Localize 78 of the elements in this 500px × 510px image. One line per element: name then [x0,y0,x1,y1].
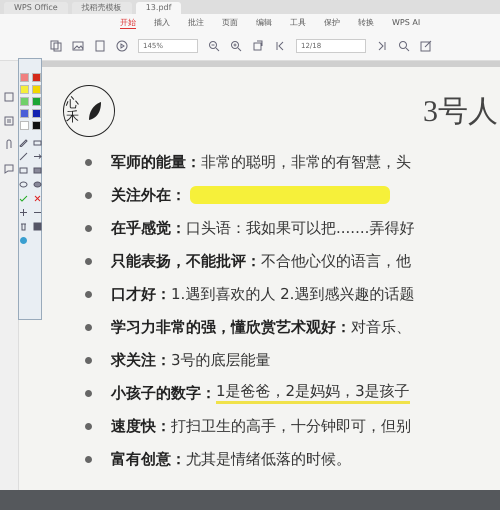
item-text: 对音乐、 [351,318,411,336]
zoom-in-icon[interactable] [230,40,242,52]
document-tab[interactable]: 找稻壳模板 [72,2,132,14]
bullet-icon [85,258,92,264]
document-tab[interactable]: WPS Office [4,2,68,14]
page-title: 3号人 [423,94,498,130]
document-tab[interactable]: 13.pdf [136,2,182,14]
item-text: 1.遇到喜欢的人 2.遇到感兴趣的话题 [171,284,414,304]
bullet-icon [85,158,92,166]
rectangle-icon[interactable] [18,166,28,175]
item-text: 打扫卫生的高手，十分钟即可，但别 [171,416,411,436]
item-label: 富有创意： [111,450,186,468]
item-label: 求关注： [111,350,171,370]
menu-tab[interactable]: 工具 [290,17,306,29]
last-page-icon[interactable] [376,40,388,52]
menu-tab[interactable]: 开始 [120,17,136,29]
item-label: 关注外在： [111,186,186,204]
item-label: 军师的能量： [111,152,201,172]
arrow-icon[interactable] [32,152,42,161]
color-swatch[interactable] [32,109,40,118]
trash-icon[interactable] [18,222,28,231]
item-text: 非常的聪明，非常的有智慧，头 [201,152,411,172]
play-icon[interactable] [116,40,128,52]
bullet-icon [85,390,92,396]
color-swatch[interactable] [32,73,40,82]
color-swatch[interactable] [32,97,40,106]
item-text: 尤其是情绪低落的时候。 [186,450,351,468]
menu-tab[interactable]: 插入 [154,17,170,29]
menu-tab[interactable]: 保护 [324,17,340,29]
bullet-icon [85,192,92,198]
menu-tab[interactable]: 转换 [358,17,374,29]
bullet-icon [85,324,92,330]
item-label: 学习力非常的强，懂欣赏艺术观好： [111,318,351,336]
menu-tab[interactable]: 批注 [188,17,204,29]
color-swatch[interactable] [32,85,40,94]
filled-ellipse-icon[interactable] [32,180,42,189]
bookmark-icon[interactable] [3,91,15,103]
color-swatch[interactable] [20,121,28,130]
item-text: 不合他心仪的语言，他 [261,252,411,270]
document-icon[interactable] [94,40,106,52]
comment-icon[interactable] [3,163,15,175]
edit-icon[interactable] [420,40,432,52]
rotate-icon[interactable] [252,40,264,52]
menu-tab[interactable]: 页面 [222,17,238,29]
bullet-icon [85,456,92,462]
color-swatch[interactable] [20,109,28,118]
color-swatch[interactable] [20,85,28,94]
color-swatch[interactable] [32,121,40,130]
zoom-out-icon[interactable] [208,40,220,52]
color-swatch[interactable] [20,97,28,106]
item-label: 在乎感觉： [111,218,186,238]
pen-icon[interactable] [18,138,28,147]
item-label: 速度快： [111,416,171,436]
leaf-icon [87,100,103,122]
filled-rectangle-icon[interactable] [32,166,42,175]
bullet-icon [85,422,92,430]
first-page-icon[interactable] [274,40,286,52]
copy-icon[interactable] [50,40,62,52]
item-label: 只能表扬，不能批评： [111,252,261,270]
bullet-icon [85,356,92,364]
menu-tab[interactable]: WPS AI [392,18,420,28]
ellipse-icon[interactable] [18,180,28,189]
color-swatch[interactable] [20,73,28,82]
thumbnail-icon[interactable] [3,115,15,127]
item-label: 小孩子的数字： [111,384,216,402]
item-text: 口头语：我如果可以把.......弄得好 [186,218,414,238]
bullet-icon [85,224,92,232]
line-icon[interactable] [18,152,28,161]
image-icon[interactable] [72,40,84,52]
bullet-icon [85,290,92,298]
search-icon[interactable] [398,40,410,52]
item-text: 1是爸爸，2是妈妈，3是孩子 [216,382,410,404]
check-icon[interactable] [18,194,28,203]
item-label: 口才好： [111,284,171,304]
menu-tab[interactable]: 编辑 [256,17,272,29]
cross-icon[interactable] [32,194,42,203]
logo-text: 心禾 [66,96,79,126]
item-text: 3号的底层能量 [171,350,271,370]
